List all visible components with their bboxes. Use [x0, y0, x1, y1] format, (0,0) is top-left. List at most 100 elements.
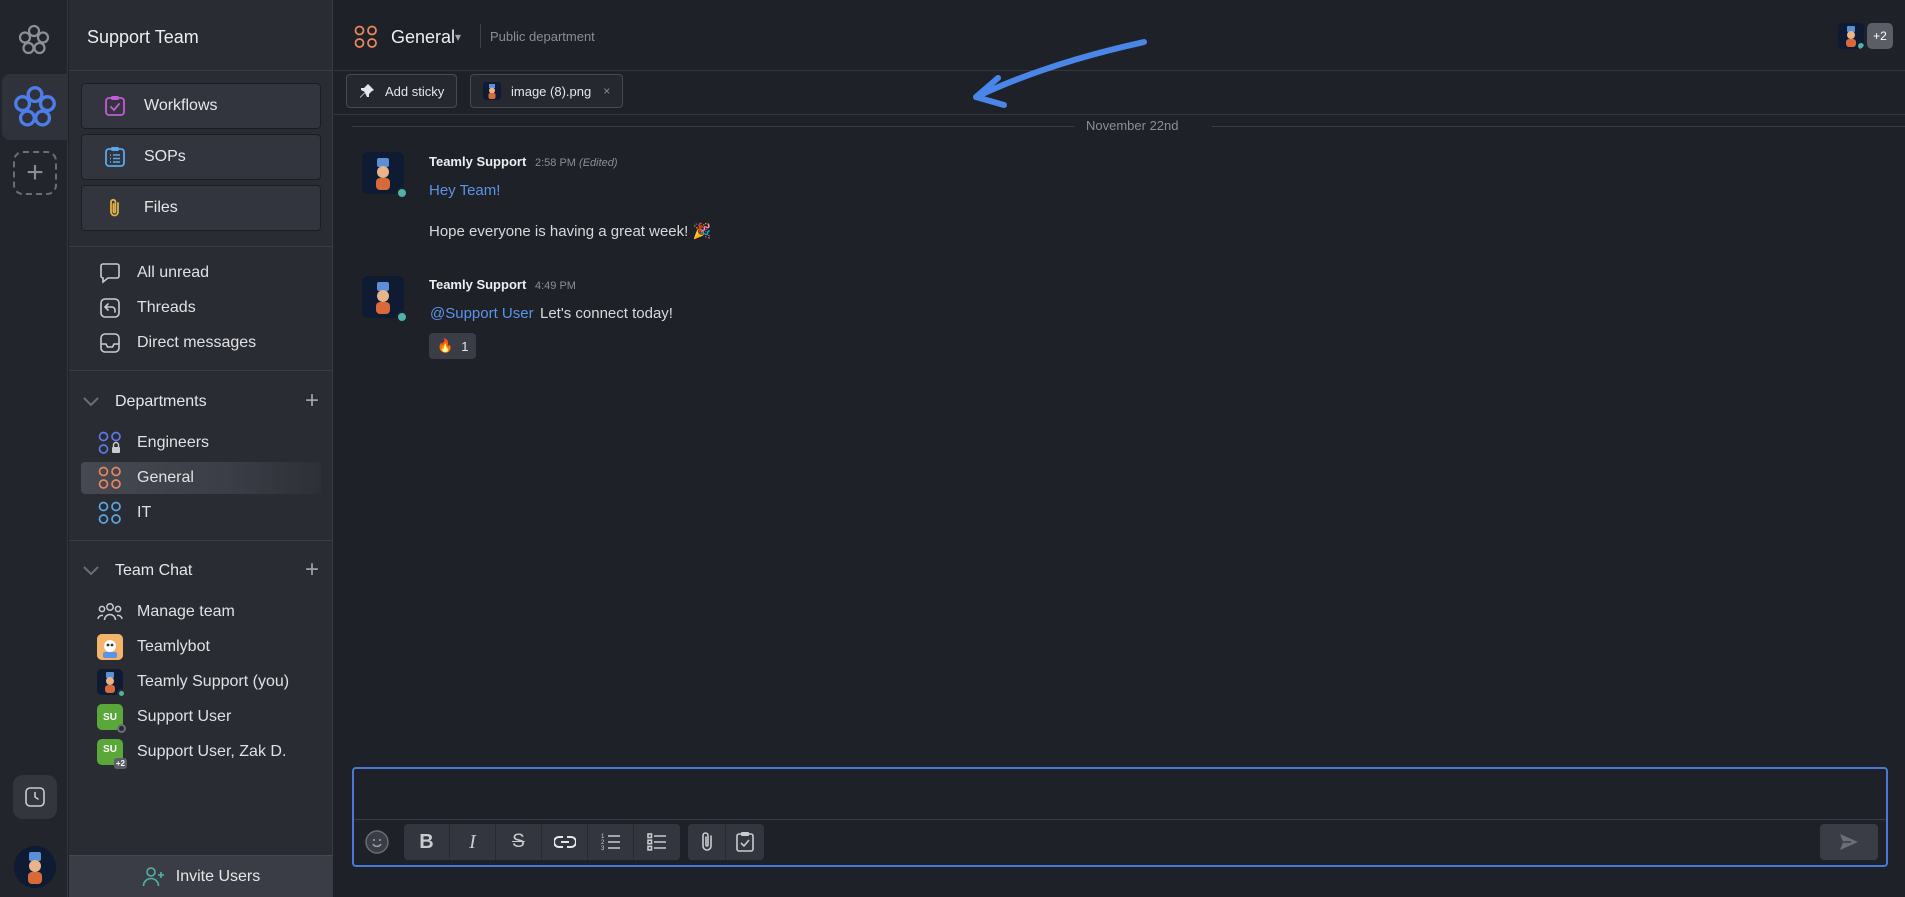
formatting-toolbar: B I S 123	[404, 824, 680, 860]
files-label: Files	[144, 199, 178, 216]
divider	[69, 540, 333, 541]
add-user-icon	[142, 866, 164, 886]
team-chat-manage-team[interactable]: Manage team	[81, 596, 321, 628]
divider	[69, 246, 333, 247]
user-avatar[interactable]	[14, 846, 56, 888]
team-chat-group[interactable]: SU +2 Support User, Zak D.	[81, 736, 321, 769]
emoji-icon	[365, 830, 389, 854]
channel-title[interactable]: General	[391, 27, 455, 48]
team-chat-teamly-support[interactable]: Teamly Support (you)	[81, 666, 321, 698]
sop-list-icon	[102, 144, 128, 170]
invite-users-button[interactable]: Invite Users	[69, 855, 333, 897]
department-icon	[97, 500, 123, 526]
divider	[480, 24, 481, 48]
departments-section-header[interactable]: Departments +	[69, 387, 333, 417]
link-icon	[553, 836, 576, 848]
chat-label: Teamly Support (you)	[137, 673, 290, 690]
reaction-button[interactable]: 🔥 1	[429, 333, 477, 359]
inbox-icon	[97, 330, 123, 356]
divider	[69, 370, 333, 371]
image-thumbnail-icon	[483, 82, 501, 100]
attach-file-button[interactable]	[688, 824, 726, 860]
avatar: SU	[97, 704, 126, 733]
add-department-button[interactable]: +	[305, 389, 319, 413]
department-general[interactable]: General	[81, 462, 321, 494]
message-composer: B I S 123	[352, 767, 1888, 867]
participant-avatar	[1838, 23, 1864, 49]
chevron-down-icon	[83, 566, 99, 576]
add-workspace-button[interactable]: +	[13, 151, 57, 195]
strikethrough-icon: S	[512, 831, 525, 852]
team-chat-section-header[interactable]: Team Chat +	[69, 556, 333, 586]
chevron-down-icon	[83, 397, 99, 407]
workspace-logo-icon	[14, 86, 56, 127]
participants[interactable]: +2	[1838, 23, 1893, 49]
files-button[interactable]: Files	[81, 185, 321, 231]
link-button[interactable]	[542, 824, 588, 860]
department-lock-icon	[97, 430, 123, 456]
attachment-chip[interactable]: image (8).png ×	[470, 74, 624, 108]
italic-icon: I	[469, 830, 476, 853]
avatar-initials: SU	[103, 743, 117, 755]
message-input[interactable]	[354, 769, 1886, 819]
plus-icon: +	[26, 156, 44, 189]
bot-avatar	[97, 634, 123, 660]
add-sticky-label: Add sticky	[385, 83, 445, 99]
avatar-initials: SU	[103, 711, 117, 723]
chat-label: Support User, Zak D.	[137, 743, 287, 760]
history-button[interactable]	[13, 775, 57, 819]
nav-direct-messages[interactable]: Direct messages	[81, 327, 321, 359]
department-label: General	[137, 469, 194, 486]
nav-label: Threads	[137, 299, 196, 316]
department-engineers[interactable]: Engineers	[81, 427, 321, 459]
chat-label: Manage team	[137, 603, 235, 620]
team-chat-support-user[interactable]: SU Support User	[81, 701, 321, 733]
reaction-count: 1	[461, 338, 469, 354]
department-it[interactable]: IT	[81, 497, 321, 529]
attachment-name: image (8).png	[511, 83, 592, 99]
close-icon[interactable]: ×	[603, 84, 610, 98]
bold-button[interactable]: B	[404, 824, 450, 860]
send-button[interactable]	[1820, 824, 1878, 860]
attachments-toolbar	[688, 824, 764, 860]
pin-icon	[360, 84, 374, 98]
paperclip-icon	[701, 832, 712, 851]
channel-subtitle: Public department	[490, 29, 595, 44]
workspace-support-team[interactable]	[2, 74, 68, 140]
threads-icon	[97, 295, 123, 321]
main-panel: General ▾ Public department +2 Add stick…	[334, 0, 1905, 897]
bullet-list-button[interactable]	[634, 824, 680, 860]
svg-text:3: 3	[601, 846, 605, 851]
workflows-button[interactable]: Workflows	[81, 83, 321, 129]
nav-all-unread[interactable]: All unread	[81, 257, 321, 289]
italic-button[interactable]: I	[450, 824, 496, 860]
chevron-down-icon[interactable]: ▾	[455, 30, 461, 44]
member-count-badge: +2	[113, 758, 127, 769]
strikethrough-button[interactable]: S	[496, 824, 542, 860]
date-divider: November 22nd	[352, 118, 1905, 134]
add-chat-button[interactable]: +	[305, 558, 319, 582]
chat-label: Teamlybot	[137, 638, 210, 655]
teamly-logo-icon[interactable]	[18, 24, 50, 56]
support-avatar	[97, 669, 126, 698]
team-chat-teamlybot[interactable]: Teamlybot	[81, 631, 321, 663]
team-icon	[97, 599, 123, 625]
clock-icon	[25, 787, 45, 807]
online-status-dot	[117, 689, 126, 698]
ordered-list-button[interactable]: 123	[588, 824, 634, 860]
message-author[interactable]: Teamly Support	[429, 154, 526, 169]
add-sticky-button[interactable]: Add sticky	[346, 74, 458, 108]
department-icon	[354, 25, 378, 54]
nav-label: All unread	[137, 264, 210, 281]
message-text: Hey Team!	[429, 182, 501, 199]
attach-workflow-button[interactable]	[726, 824, 764, 860]
nav-threads[interactable]: Threads	[81, 292, 321, 324]
sops-button[interactable]: SOPs	[81, 134, 321, 180]
user-mention[interactable]: @Support User	[430, 305, 534, 322]
workflow-icon	[102, 93, 128, 119]
annotation-arrow-icon	[973, 39, 1147, 108]
message-author[interactable]: Teamly Support	[429, 277, 526, 292]
department-icon	[97, 465, 123, 491]
emoji-button[interactable]	[362, 824, 392, 860]
clipboard-check-icon	[736, 832, 754, 852]
